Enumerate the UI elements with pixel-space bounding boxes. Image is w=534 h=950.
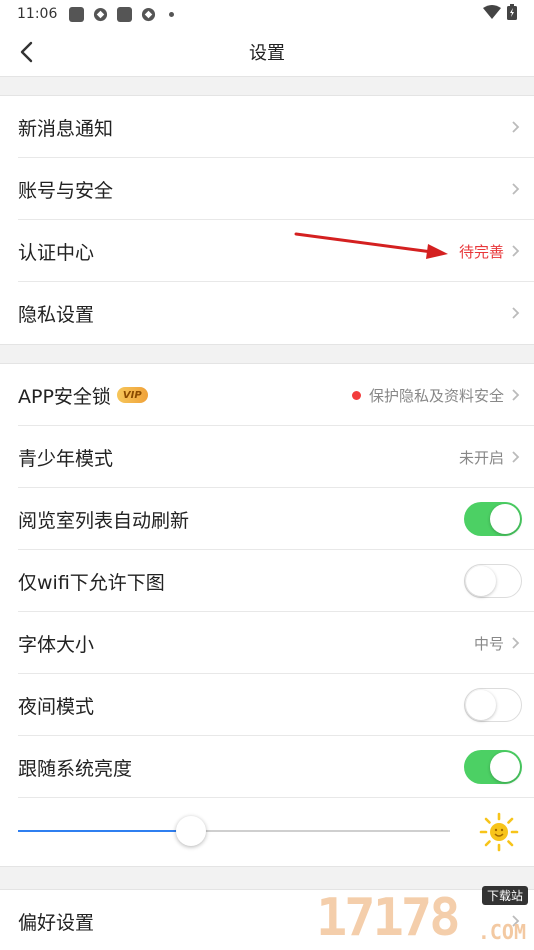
section-divider xyxy=(0,76,534,96)
follow-brightness-item: 跟随系统亮度 xyxy=(0,736,534,798)
night-mode-toggle[interactable] xyxy=(464,688,522,722)
account-security-item[interactable]: 账号与安全 xyxy=(0,158,534,220)
page-title: 设置 xyxy=(249,43,285,64)
sync-icon xyxy=(141,7,156,22)
title-bar: 设置 xyxy=(0,28,534,76)
item-label: 跟随系统亮度 xyxy=(18,757,133,780)
verification-status: 待完善 xyxy=(458,242,504,261)
wifi-images-toggle[interactable] xyxy=(464,564,522,598)
item-label: 新消息通知 xyxy=(18,117,114,140)
new-message-notification-item[interactable]: 新消息通知 xyxy=(0,96,534,158)
sync-icon xyxy=(93,7,108,22)
chevron-left-icon xyxy=(20,41,33,63)
back-button[interactable] xyxy=(12,38,40,66)
wifi-images-item: 仅wifi下允许下图 xyxy=(0,550,534,612)
more-dot-icon xyxy=(169,11,175,17)
notification-icon xyxy=(117,6,133,22)
app-lock-hint: 保护隐私及资料安全 xyxy=(368,386,504,405)
sun-icon xyxy=(479,812,519,852)
chevron-right-icon xyxy=(512,121,520,133)
settings-group-account: 新消息通知 账号与安全 认证中心 待完善 隐私设置 xyxy=(0,96,534,344)
chevron-right-icon xyxy=(512,915,520,927)
app-lock-item[interactable]: APP安全锁 VIP 保护隐私及资料安全 xyxy=(0,364,534,426)
toggle-knob xyxy=(466,690,496,720)
chevron-right-icon xyxy=(512,183,520,195)
auto-refresh-toggle[interactable] xyxy=(464,502,522,536)
battery-icon xyxy=(507,4,517,24)
chevron-right-icon xyxy=(512,307,520,319)
preference-settings-item[interactable]: 偏好设置 xyxy=(0,890,534,950)
settings-group-general: APP安全锁 VIP 保护隐私及资料安全 青少年模式 未开启 阅览室列表自动刷新… xyxy=(0,364,534,866)
section-divider xyxy=(0,866,534,890)
toggle-knob xyxy=(490,752,520,782)
alert-dot-icon xyxy=(351,390,361,400)
item-label: 隐私设置 xyxy=(18,303,95,326)
item-label: 仅wifi下允许下图 xyxy=(18,571,165,594)
toggle-knob xyxy=(466,566,496,596)
slider-track xyxy=(190,830,450,832)
section-divider xyxy=(0,344,534,364)
chevron-right-icon xyxy=(512,637,520,649)
slider-fill xyxy=(18,830,191,832)
night-mode-item: 夜间模式 xyxy=(0,674,534,736)
item-label: 字体大小 xyxy=(18,633,95,656)
chevron-right-icon xyxy=(512,451,520,463)
item-label: 夜间模式 xyxy=(18,695,95,718)
brightness-slider[interactable] xyxy=(18,816,450,846)
vip-badge: VIP xyxy=(116,387,148,403)
youth-mode-item[interactable]: 青少年模式 未开启 xyxy=(0,426,534,488)
privacy-settings-item[interactable]: 隐私设置 xyxy=(0,282,534,344)
youth-mode-status: 未开启 xyxy=(458,448,504,467)
font-size-item[interactable]: 字体大小 中号 xyxy=(0,612,534,674)
item-label: APP安全锁 xyxy=(18,385,111,408)
status-bar: 11:06 xyxy=(0,0,534,28)
item-label: 阅览室列表自动刷新 xyxy=(18,509,190,532)
item-label: 认证中心 xyxy=(18,241,95,264)
chevron-right-icon xyxy=(512,245,520,257)
verification-center-item[interactable]: 认证中心 待完善 xyxy=(0,220,534,282)
slider-thumb[interactable] xyxy=(175,816,206,846)
item-label: 偏好设置 xyxy=(18,911,95,934)
settings-group-preferences: 偏好设置 xyxy=(0,890,534,950)
brightness-slider-row xyxy=(0,798,534,866)
item-label: 账号与安全 xyxy=(18,179,114,202)
chevron-right-icon xyxy=(512,389,520,401)
font-size-value: 中号 xyxy=(473,634,504,653)
status-time: 11:06 xyxy=(17,6,58,22)
notification-icon xyxy=(69,6,85,22)
item-label: 青少年模式 xyxy=(18,447,114,470)
toggle-knob xyxy=(490,504,520,534)
auto-refresh-item: 阅览室列表自动刷新 xyxy=(0,488,534,550)
wifi-icon xyxy=(483,5,501,23)
follow-brightness-toggle[interactable] xyxy=(464,750,522,784)
